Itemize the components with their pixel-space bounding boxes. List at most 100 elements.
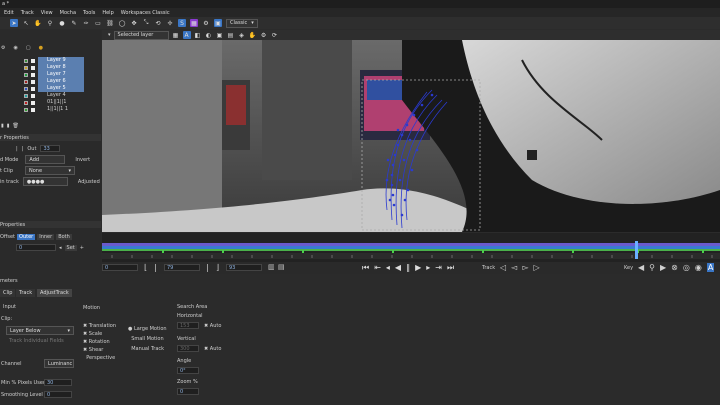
track-back-frame-icon[interactable]: ◅ — [511, 263, 517, 272]
layer-row[interactable]: 1||1||1 1 — [24, 106, 84, 113]
workspace-dropdown[interactable]: Classic ▾ — [226, 18, 258, 28]
current-frame-field[interactable]: 79 — [164, 264, 200, 271]
layer-color-swatch[interactable] — [24, 93, 28, 98]
layer-color-swatch[interactable] — [24, 72, 28, 77]
min-pixels-field[interactable]: 30 — [44, 379, 72, 386]
layer-row[interactable]: Layer 5 — [24, 85, 84, 92]
xspline-icon[interactable]: ✎ — [70, 19, 78, 27]
grid-icon[interactable]: ▦ — [172, 31, 180, 39]
key-settings-icon[interactable]: ◎ — [683, 263, 690, 272]
scale-icon[interactable]: ⤡ — [142, 19, 150, 27]
layer-row[interactable]: Layer 8 — [24, 64, 84, 71]
zoom-field[interactable]: 0 — [177, 388, 199, 395]
inner-button[interactable]: Inner — [37, 233, 55, 240]
overlay-icon[interactable]: ◧ — [194, 31, 202, 39]
play-icon[interactable]: ▶ — [415, 263, 421, 273]
set-button[interactable]: Set — [64, 244, 77, 251]
gear-icon[interactable]: ⚙ — [202, 19, 210, 27]
menu-help[interactable]: Help — [102, 10, 113, 16]
tab-adjusttrack[interactable]: AdjustTrack — [37, 289, 72, 297]
bezier-icon[interactable]: ✑ — [82, 19, 90, 27]
shear-checkbox[interactable]: ✖ Shear — [83, 346, 116, 354]
in-prev-button[interactable]: | — [16, 146, 18, 152]
vertical-field[interactable]: 300 — [177, 345, 199, 352]
hand-icon[interactable]: ✋ — [249, 31, 257, 39]
layer-color-swatch[interactable] — [24, 58, 28, 63]
color-icon[interactable]: ● — [39, 45, 43, 51]
zoom-tool-icon[interactable]: ⚲ — [46, 19, 54, 27]
horizontal-auto-checkbox[interactable]: ✖ Auto — [204, 323, 221, 329]
rotation-checkbox[interactable]: ✖ Rotation — [83, 338, 116, 346]
offset-value-field[interactable]: 0 — [16, 244, 56, 251]
vertical-auto-checkbox[interactable]: ✖ Auto — [204, 346, 221, 352]
play-back-icon[interactable]: ◀ — [395, 263, 401, 273]
layer-visibility-checkbox[interactable] — [31, 107, 35, 112]
layer-visibility-checkbox[interactable] — [31, 58, 35, 63]
out-point-icon[interactable]: | — [206, 263, 209, 272]
layer-visibility-checkbox[interactable] — [31, 100, 35, 105]
menu-track[interactable]: Track — [21, 10, 34, 16]
menu-tools[interactable]: Tools — [83, 10, 95, 16]
perspective-checkbox[interactable]: Perspective — [83, 354, 116, 362]
layer-color-swatch[interactable] — [24, 79, 28, 84]
start-frame-field[interactable]: 0 — [102, 264, 138, 271]
layer-row[interactable]: Layer 7 — [24, 71, 84, 78]
outer-button[interactable]: Outer — [17, 233, 36, 240]
layer-visibility-checkbox[interactable] — [31, 65, 35, 70]
surface-icon[interactable]: S — [178, 19, 186, 27]
translation-checkbox[interactable]: ✖ Translation — [83, 322, 116, 330]
select-multi-icon[interactable]: ↖ — [22, 19, 30, 27]
pause-icon[interactable]: ‖ — [406, 263, 410, 273]
step-forward-icon[interactable]: ▸ — [426, 263, 430, 273]
menu-workspaces[interactable]: Workspaces Classic — [121, 10, 170, 16]
menu-edit[interactable]: Edit — [4, 10, 14, 16]
add-icon[interactable]: + — [80, 245, 84, 251]
layer-row[interactable]: Layer 4 — [24, 92, 84, 99]
delete-key-icon[interactable]: ⊗ — [671, 263, 678, 272]
menu-view[interactable]: View — [41, 10, 53, 16]
gear-icon[interactable]: ⚙ — [1, 45, 5, 51]
small-motion-radio[interactable]: Small Motion — [128, 334, 167, 344]
blend-mode-select[interactable]: Add — [25, 155, 66, 164]
playhead[interactable] — [635, 241, 638, 259]
next-key-icon[interactable]: ▶ — [660, 263, 666, 272]
timeline-track[interactable] — [102, 233, 720, 263]
angle-field[interactable]: 0° — [177, 367, 199, 374]
both-button[interactable]: Both — [56, 233, 72, 240]
layer-visibility-checkbox[interactable] — [31, 72, 35, 77]
layer-row[interactable]: Layer 6 — [24, 78, 84, 85]
track-backward-icon[interactable]: ◁ — [500, 263, 506, 272]
layer-visibility-checkbox[interactable] — [31, 93, 35, 98]
grid-icon[interactable]: ▦ — [190, 19, 198, 27]
duplicate-layer-button[interactable]: ▮ — [7, 123, 10, 129]
timeline[interactable] — [102, 233, 720, 263]
layer-color-swatch[interactable] — [24, 107, 28, 112]
out-field[interactable]: 33 — [40, 145, 61, 152]
rotate-icon[interactable]: ⟲ — [154, 19, 162, 27]
lock-icon[interactable]: ▢ — [26, 45, 31, 51]
move-icon[interactable]: ✥ — [130, 19, 138, 27]
auto-key-icon[interactable]: A — [706, 263, 715, 272]
add-point-icon[interactable]: ● — [58, 19, 66, 27]
pan-tool-icon[interactable]: ✋ — [34, 19, 42, 27]
manual-track-radio[interactable]: Manual Track — [128, 344, 167, 354]
go-end-icon[interactable]: ⏭ — [447, 263, 454, 273]
stabilize-icon[interactable]: ▣ — [216, 31, 224, 39]
in-point-icon[interactable]: | — [154, 263, 157, 272]
color-picker-icon[interactable]: ◐ — [205, 31, 213, 39]
go-start-icon[interactable]: ⏮ — [362, 263, 369, 273]
chevron-down-icon[interactable]: ▾ — [108, 32, 111, 38]
next-key-icon[interactable]: ⇥ — [435, 263, 442, 273]
track-forward-icon[interactable]: ▷ — [533, 263, 539, 272]
track-icon[interactable]: ▤ — [227, 31, 235, 39]
tab-clip[interactable]: Clip — [0, 289, 16, 297]
film-icon[interactable]: ▥ — [268, 263, 275, 271]
cache-icon[interactable]: ▤ — [278, 263, 285, 271]
smoothing-field[interactable]: 0 — [44, 391, 72, 398]
layer-row[interactable]: Layer 9 — [24, 57, 84, 64]
link-icon[interactable]: ⛓ — [106, 19, 114, 27]
end-frame-field[interactable]: 93 — [226, 264, 262, 271]
clip-select[interactable]: None ▾ — [25, 166, 75, 175]
layer-row[interactable]: 01||1||1 — [24, 99, 84, 106]
key-all-icon[interactable]: ◉ — [695, 263, 702, 272]
